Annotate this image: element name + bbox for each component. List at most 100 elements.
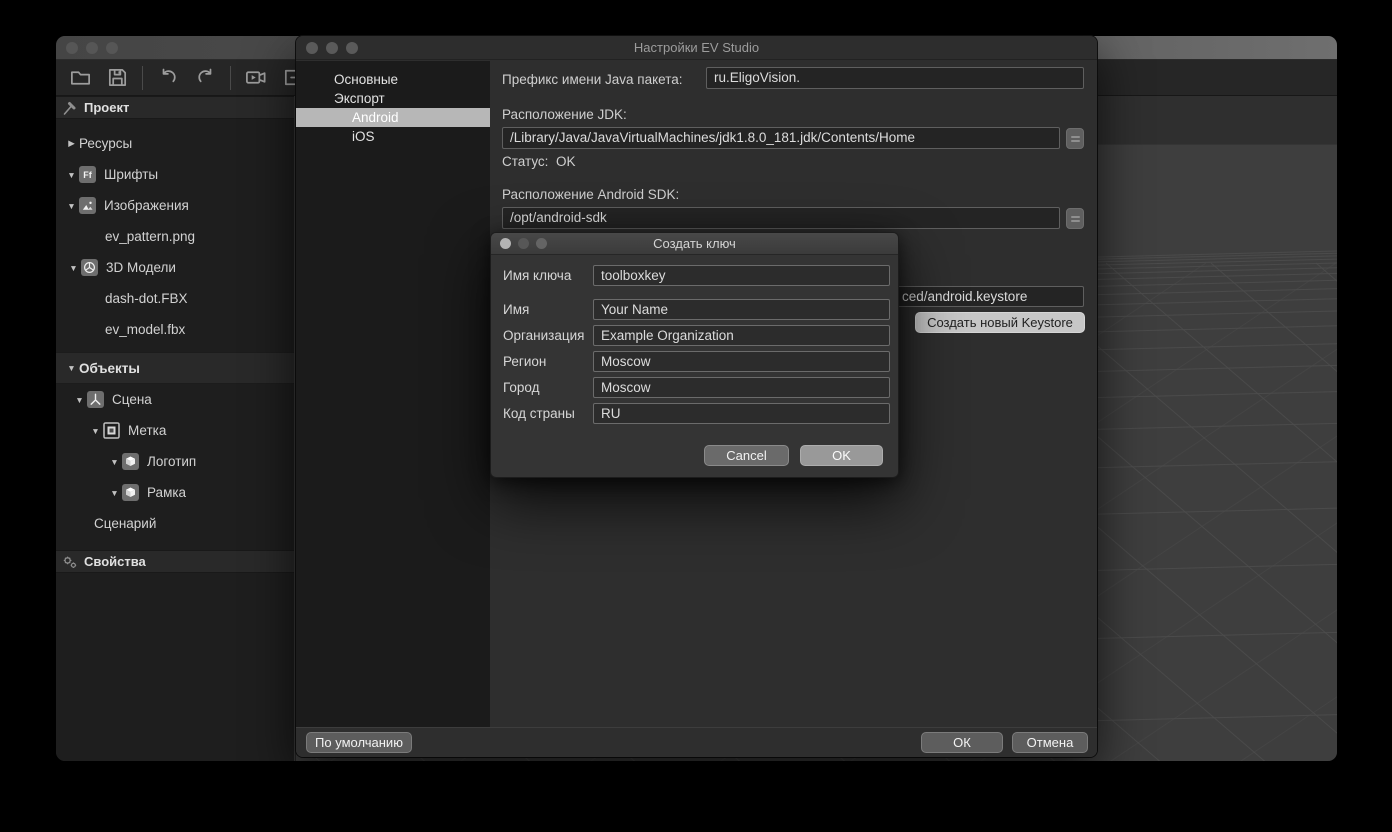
minimize-button[interactable]: [326, 42, 338, 54]
expand-arrow-open-icon[interactable]: ▼: [64, 170, 79, 180]
tree-item[interactable]: dash-dot.FBX: [56, 283, 294, 314]
field-label: Имя: [503, 302, 529, 317]
tree-item-label: ev_model.fbx: [105, 322, 185, 337]
tree-item[interactable]: ev_model.fbx: [56, 314, 294, 345]
tree-item[interactable]: ▼ Метка: [56, 415, 294, 446]
field-input[interactable]: RU: [593, 403, 890, 424]
properties-panel-header[interactable]: Свойства: [56, 550, 294, 573]
field-input[interactable]: Example Organization: [593, 325, 890, 346]
project-tree: ▶Ресурсы▼FfШрифты▼Изображенияev_pattern.…: [56, 119, 294, 539]
toolbar-separator: [230, 66, 231, 90]
sdk-location-label: Расположение Android SDK:: [502, 187, 679, 202]
tree-item[interactable]: ▼Объекты: [56, 352, 294, 384]
expand-arrow-open-icon[interactable]: ▼: [72, 395, 87, 405]
cube-icon: [122, 484, 139, 501]
close-button[interactable]: [500, 238, 511, 249]
tree-item[interactable]: ▼ 3D Модели: [56, 252, 294, 283]
settings-window-title: Настройки EV Studio: [634, 40, 759, 55]
java-prefix-input[interactable]: ru.EligoVision.: [706, 67, 1084, 89]
settings-ok-button[interactable]: ОК: [921, 732, 1003, 753]
screen: Проект ▶Ресурсы▼FfШрифты▼Изображенияev_p…: [0, 0, 1392, 832]
tree-item[interactable]: ▼ Логотип: [56, 446, 294, 477]
tree-item[interactable]: Сценарий: [56, 508, 294, 539]
close-button[interactable]: [306, 42, 318, 54]
font-icon: Ff: [79, 166, 96, 183]
expand-arrow-open-icon[interactable]: ▼: [66, 263, 81, 273]
tree-item-label: Объекты: [79, 361, 140, 376]
dialog-ok-button[interactable]: OK: [800, 445, 883, 466]
tree-item-label: Сценарий: [94, 516, 156, 531]
settings-cancel-button[interactable]: Отмена: [1012, 732, 1088, 753]
model3d-icon: [81, 259, 98, 276]
sdk-path-input[interactable]: /opt/android-sdk: [502, 207, 1060, 229]
gears-icon: [62, 554, 78, 570]
expand-arrow-open-icon[interactable]: ▼: [88, 426, 103, 436]
tree-item-label: 3D Модели: [106, 260, 176, 275]
dialog-titlebar[interactable]: Создать ключ: [491, 233, 898, 255]
hammer-icon: [62, 100, 78, 116]
tree-item[interactable]: ▶Ресурсы: [56, 128, 294, 159]
image-icon: [79, 197, 96, 214]
settings-nav-item-основные[interactable]: Основные: [296, 70, 490, 89]
dialog-title: Создать ключ: [653, 236, 736, 251]
tree-item-label: dash-dot.FBX: [105, 291, 188, 306]
settings-nav-item-экспорт[interactable]: Экспорт: [296, 89, 490, 108]
dialog-cancel-button[interactable]: Cancel: [704, 445, 789, 466]
video-export-icon[interactable]: [244, 66, 268, 90]
tree-item-label: Изображения: [104, 198, 189, 213]
properties-panel-title: Свойства: [84, 554, 146, 569]
jdk-location-label: Расположение JDK:: [502, 107, 627, 122]
zoom-button[interactable]: [536, 238, 547, 249]
field-label: Регион: [503, 354, 546, 369]
close-button[interactable]: [66, 42, 78, 54]
create-keystore-button[interactable]: Создать новый Keystore: [915, 312, 1085, 333]
expand-arrow-open-icon[interactable]: ▼: [107, 488, 122, 498]
tree-item-label: Метка: [128, 423, 166, 438]
tree-item-label: Логотип: [147, 454, 196, 469]
jdk-browse-button[interactable]: [1066, 128, 1084, 149]
marker-icon: [103, 422, 120, 439]
undo-icon[interactable]: [156, 66, 180, 90]
tree-item[interactable]: ▼Рамка: [56, 477, 294, 508]
field-label: Организация: [503, 328, 584, 343]
settings-footer: По умолчанию ОК Отмена: [296, 727, 1097, 757]
project-panel-header[interactable]: Проект: [56, 96, 294, 119]
toolbar-separator: [142, 66, 143, 90]
expand-arrow-open-icon[interactable]: ▼: [107, 457, 122, 467]
minimize-button[interactable]: [518, 238, 529, 249]
keystore-path-input[interactable]: ced/android.keystore: [894, 286, 1084, 307]
tree-item-label: Шрифты: [104, 167, 158, 182]
field-input[interactable]: Moscow: [593, 351, 890, 372]
defaults-button[interactable]: По умолчанию: [306, 732, 412, 753]
field-input[interactable]: Your Name: [593, 299, 890, 320]
settings-nav-item-android[interactable]: Android: [296, 108, 490, 127]
scene-icon: [87, 391, 104, 408]
settings-nav: ОсновныеЭкспортAndroidiOS: [296, 61, 490, 727]
settings-nav-item-ios[interactable]: iOS: [296, 127, 490, 146]
expand-arrow-closed-icon[interactable]: ▶: [64, 138, 79, 149]
tree-item[interactable]: ▼Ff Шрифты: [56, 159, 294, 190]
settings-titlebar[interactable]: Настройки EV Studio: [296, 36, 1097, 60]
expand-arrow-open-icon[interactable]: ▼: [64, 201, 79, 211]
zoom-button[interactable]: [346, 42, 358, 54]
field-input[interactable]: Moscow: [593, 377, 890, 398]
expand-arrow-open-icon[interactable]: ▼: [64, 363, 79, 373]
minimize-button[interactable]: [86, 42, 98, 54]
tree-item-label: Ресурсы: [79, 136, 132, 151]
jdk-path-input[interactable]: /Library/Java/JavaVirtualMachines/jdk1.8…: [502, 127, 1060, 149]
folder-icon[interactable]: [68, 66, 92, 90]
tree-item[interactable]: ▼ Сцена: [56, 384, 294, 415]
tree-item-label: Сцена: [112, 392, 152, 407]
status-label: Статус:: [502, 154, 548, 169]
sdk-browse-button[interactable]: [1066, 208, 1084, 229]
zoom-button[interactable]: [106, 42, 118, 54]
jdk-status: Статус: OK: [502, 154, 575, 169]
field-label: Код страны: [503, 406, 575, 421]
save-icon[interactable]: [105, 66, 129, 90]
tree-item[interactable]: ev_pattern.png: [56, 221, 294, 252]
project-panel-title: Проект: [84, 100, 129, 115]
field-label: Город: [503, 380, 540, 395]
redo-icon[interactable]: [193, 66, 217, 90]
tree-item[interactable]: ▼ Изображения: [56, 190, 294, 221]
field-input[interactable]: toolboxkey: [593, 265, 890, 286]
